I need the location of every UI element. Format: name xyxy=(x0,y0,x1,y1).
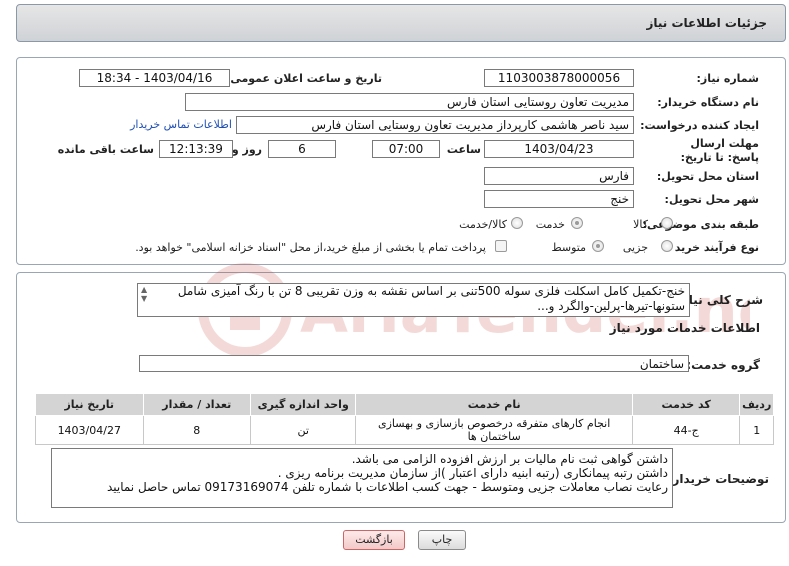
days-label: روز و xyxy=(231,143,262,156)
service-group-field: ساختمان xyxy=(139,355,689,372)
category-radio-service[interactable] xyxy=(571,217,583,229)
col-code-header: کد خدمت xyxy=(631,393,741,416)
process-radio-minor[interactable] xyxy=(661,240,673,252)
category-label: طبقه بندی موضوعی: xyxy=(642,218,759,231)
province-label: استان محل تحویل: xyxy=(656,170,759,183)
province-field: فارس xyxy=(484,167,634,185)
col-qty-header: تعداد / مقدار xyxy=(142,393,252,416)
table-row: 1 ج-44 انجام کارهای متفرقه درخصوص بازساز… xyxy=(35,415,774,445)
cell-row: 1 xyxy=(739,415,774,445)
buyer-note-line: داشتن رتبه پیمانکاری (رتبه ابنیه دارای ا… xyxy=(277,466,668,480)
scroll-arrows-icon[interactable]: ▲ ▼ xyxy=(141,285,147,303)
process-label: نوع فرآیند خرید : xyxy=(666,241,759,254)
back-button[interactable]: بازگشت xyxy=(343,530,405,550)
need-number-field: 1103003878000056 xyxy=(484,69,634,87)
buyer-org-label: نام دستگاه خریدار: xyxy=(657,96,759,109)
service-group-label: گروه خدمت: xyxy=(686,358,760,372)
cell-code: ج-44 xyxy=(631,415,741,445)
page-header: جزئیات اطلاعات نیاز xyxy=(16,4,786,42)
buyer-notes-label: توضیحات خریدار: xyxy=(667,472,769,486)
city-label: شهر محل تحویل: xyxy=(664,193,759,206)
services-table: ردیف کد خدمت نام خدمت واحد اندازه گیری ت… xyxy=(35,393,774,445)
buyer-org-field: مدیریت تعاون روستایی استان فارس xyxy=(185,93,634,111)
remaining-label: ساعت باقی مانده xyxy=(57,143,154,156)
buyer-note-line: داشتن گواهی ثبت نام مالیات بر ارزش افزود… xyxy=(351,452,668,466)
process-option-minor: جزیی xyxy=(622,241,648,254)
buyer-note-line: رعایت نصاب معاملات جزیی ومتوسط - جهت کسب… xyxy=(106,480,668,494)
cell-qty: 8 xyxy=(142,415,252,445)
page-title: جزئیات اطلاعات نیاز xyxy=(646,16,767,30)
city-field: خنج xyxy=(484,190,634,208)
process-option-medium: متوسط xyxy=(551,241,586,254)
summary-text: خنج-تکمیل کامل اسکلت فلزی سوله 500تنی بر… xyxy=(177,284,685,313)
table-header-row: ردیف کد خدمت نام خدمت واحد اندازه گیری ت… xyxy=(35,393,774,416)
buyer-notes-textarea[interactable]: داشتن گواهی ثبت نام مالیات بر ارزش افزود… xyxy=(51,448,673,508)
cell-date: 1403/04/27 xyxy=(35,415,144,445)
need-number-label: شماره نیاز: xyxy=(696,72,759,85)
days-field: 6 xyxy=(268,140,336,158)
deadline-label: مهلت ارسال پاسخ: تا تاریخ: xyxy=(680,137,759,164)
col-unit-header: واحد اندازه گیری xyxy=(249,393,357,416)
deadline-date-field: 1403/04/23 xyxy=(484,140,634,158)
treasury-checkbox[interactable] xyxy=(495,240,507,252)
announce-label: تاریخ و ساعت اعلان عمومی: xyxy=(225,72,382,85)
deadline-time-label: ساعت xyxy=(446,143,481,156)
summary-textarea[interactable]: خنج-تکمیل کامل اسکلت فلزی سوله 500تنی بر… xyxy=(137,283,690,317)
print-button[interactable]: چاپ xyxy=(418,530,466,550)
requester-field: سید ناصر هاشمی کارپرداز مدیریت تعاون روس… xyxy=(236,116,634,134)
col-name-header: نام خدمت xyxy=(355,393,633,416)
process-radio-medium[interactable] xyxy=(592,240,604,252)
cell-unit: تن xyxy=(249,415,357,445)
category-radio-goods-service[interactable] xyxy=(511,217,523,229)
services-section-title: اطلاعات خدمات مورد نیاز xyxy=(609,321,760,335)
category-option-goods: کالا xyxy=(633,218,648,231)
category-radio-goods[interactable] xyxy=(661,217,673,229)
col-date-header: تاریخ نیاز xyxy=(35,393,144,416)
payment-note: پرداخت تمام یا بخشی از مبلغ خرید،از محل … xyxy=(135,241,486,254)
category-option-service: خدمت xyxy=(535,218,565,231)
cell-name: انجام کارهای متفرقه درخصوص بازسازی و بهس… xyxy=(355,415,633,445)
col-row-header: ردیف xyxy=(739,393,774,416)
requester-label: ایجاد کننده درخواست: xyxy=(640,119,759,132)
announce-field: 1403/04/16 - 18:34 xyxy=(79,69,230,87)
remaining-time-field: 12:13:39 xyxy=(159,140,233,158)
category-option-goods-service: کالا/خدمت xyxy=(459,218,507,231)
buyer-contact-link[interactable]: اطلاعات تماس خریدار xyxy=(130,118,232,131)
deadline-time-field: 07:00 xyxy=(372,140,440,158)
